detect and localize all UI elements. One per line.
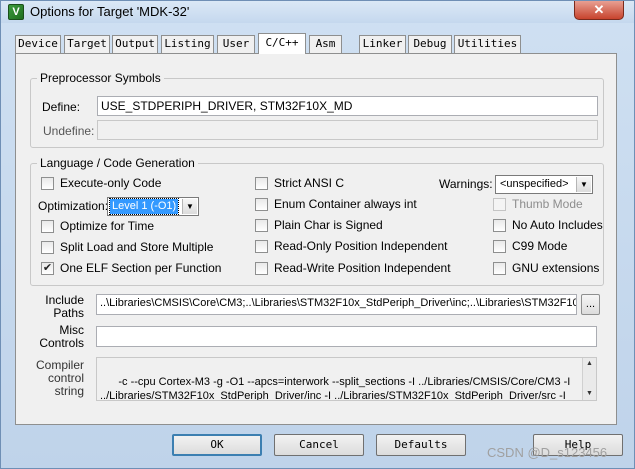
tab-utilities[interactable]: Utilities xyxy=(454,35,521,53)
language-group-title: Language / Code Generation xyxy=(37,156,198,170)
checkbox-box xyxy=(493,219,506,232)
optimization-value: Level 1 (-O1) xyxy=(108,198,180,215)
checkbox-box xyxy=(255,240,268,253)
cancel-button[interactable]: Cancel xyxy=(274,434,364,456)
warnings-value: <unspecified> xyxy=(500,178,569,190)
enum-container-label: Enum Container always int xyxy=(274,197,417,211)
tab-asm[interactable]: Asm xyxy=(309,35,342,53)
warnings-select[interactable]: <unspecified> ▼ xyxy=(495,175,593,194)
window-title: Options for Target 'MDK-32' xyxy=(30,4,190,19)
chevron-down-icon: ▼ xyxy=(182,199,197,214)
no-auto-includes-label: No Auto Includes xyxy=(512,218,603,232)
close-button[interactable]: ✕ xyxy=(574,1,624,20)
include-paths-label-line2: Paths xyxy=(53,306,84,320)
checkbox-box xyxy=(41,220,54,233)
cpp-options-panel: Preprocessor Symbols Define: USE_STDPERI… xyxy=(15,53,617,425)
checkbox-box xyxy=(493,198,506,211)
compiler-control-label-line2: control xyxy=(47,371,84,385)
misc-controls-label-line1: Misc xyxy=(59,323,84,337)
language-codegen-group: Language / Code Generation Execute-only … xyxy=(30,156,604,286)
preprocessor-group-title: Preprocessor Symbols xyxy=(37,71,164,85)
tab-listing[interactable]: Listing xyxy=(161,35,214,53)
misc-controls-label-line2: Controls xyxy=(39,336,84,350)
checkbox-box xyxy=(255,262,268,275)
define-input[interactable]: USE_STDPERIPH_DRIVER, STM32F10X_MD xyxy=(97,96,598,116)
title-bar: V Options for Target 'MDK-32' ✕ xyxy=(1,1,634,23)
include-paths-browse-button[interactable]: ... xyxy=(581,294,600,315)
checkbox-box xyxy=(255,177,268,190)
include-paths-label: Include Paths xyxy=(26,294,84,320)
tab-output[interactable]: Output xyxy=(112,35,158,53)
execute-only-label: Execute-only Code xyxy=(60,176,162,190)
preprocessor-symbols-group: Preprocessor Symbols Define: USE_STDPERI… xyxy=(30,71,604,148)
include-paths-input[interactable]: ..\Libraries\CMSIS\Core\CM3;..\Libraries… xyxy=(96,294,577,315)
close-icon: ✕ xyxy=(593,2,605,17)
csdn-watermark: CSDN @D_s123456 xyxy=(487,445,608,460)
ok-button[interactable]: OK xyxy=(172,434,262,456)
tab-device[interactable]: Device xyxy=(15,35,61,53)
read-write-position-independent-label: Read-Write Position Independent xyxy=(274,261,451,275)
tab-debug[interactable]: Debug xyxy=(408,35,452,53)
plain-char-signed-label: Plain Char is Signed xyxy=(274,218,383,232)
checkbox-box xyxy=(255,219,268,232)
compiler-control-label-line1: Compiler xyxy=(35,358,84,372)
checkbox-box xyxy=(255,198,268,211)
include-paths-label-line1: Include xyxy=(45,293,84,307)
c99-mode-label: C99 Mode xyxy=(512,239,568,253)
misc-controls-input[interactable] xyxy=(96,326,597,347)
undefine-input[interactable] xyxy=(97,120,598,140)
one-elf-section-label: One ELF Section per Function xyxy=(60,261,222,275)
checkbox-box xyxy=(493,262,506,275)
compiler-control-string-label: Compiler control string xyxy=(26,359,84,398)
checkbox-box xyxy=(41,241,54,254)
checkmark-icon: ✔ xyxy=(41,262,54,275)
compiler-control-string-textarea[interactable]: -c --cpu Cortex-M3 -g -O1 --apcs=interwo… xyxy=(96,357,597,401)
undefine-label: Undefine: xyxy=(43,124,95,138)
options-dialog: V Options for Target 'MDK-32' ✕ Device T… xyxy=(0,0,635,469)
defaults-button[interactable]: Defaults xyxy=(376,434,466,456)
checkbox-box xyxy=(41,177,54,190)
tab-c-cpp[interactable]: C/C++ xyxy=(258,33,306,54)
thumb-mode-label: Thumb Mode xyxy=(512,197,583,211)
strict-ansi-label: Strict ANSI C xyxy=(274,176,345,190)
split-load-store-label: Split Load and Store Multiple xyxy=(60,240,214,254)
optimization-select[interactable]: Level 1 (-O1) ▼ xyxy=(107,197,199,216)
gnu-extensions-label: GNU extensions xyxy=(512,261,600,275)
tab-linker[interactable]: Linker xyxy=(359,35,406,53)
misc-controls-label: Misc Controls xyxy=(26,324,84,350)
scroll-up-icon[interactable]: ▲ xyxy=(583,358,596,370)
compiler-control-scrollbar[interactable]: ▲ ▼ xyxy=(582,358,596,400)
compiler-control-string-text: -c --cpu Cortex-M3 -g -O1 --apcs=interwo… xyxy=(100,376,571,401)
tab-user[interactable]: User xyxy=(217,35,255,53)
tab-target[interactable]: Target xyxy=(64,35,110,53)
read-only-position-independent-label: Read-Only Position Independent xyxy=(274,239,448,253)
chevron-down-icon: ▼ xyxy=(576,177,591,192)
compiler-control-label-line3: string xyxy=(54,384,84,398)
define-label: Define: xyxy=(42,100,81,114)
scroll-down-icon[interactable]: ▼ xyxy=(583,388,596,400)
optimize-for-time-label: Optimize for Time xyxy=(60,219,155,233)
optimization-label: Optimization: xyxy=(38,199,109,213)
warnings-label: Warnings: xyxy=(439,177,493,191)
keil-app-icon: V xyxy=(8,4,24,20)
checkbox-box xyxy=(493,240,506,253)
